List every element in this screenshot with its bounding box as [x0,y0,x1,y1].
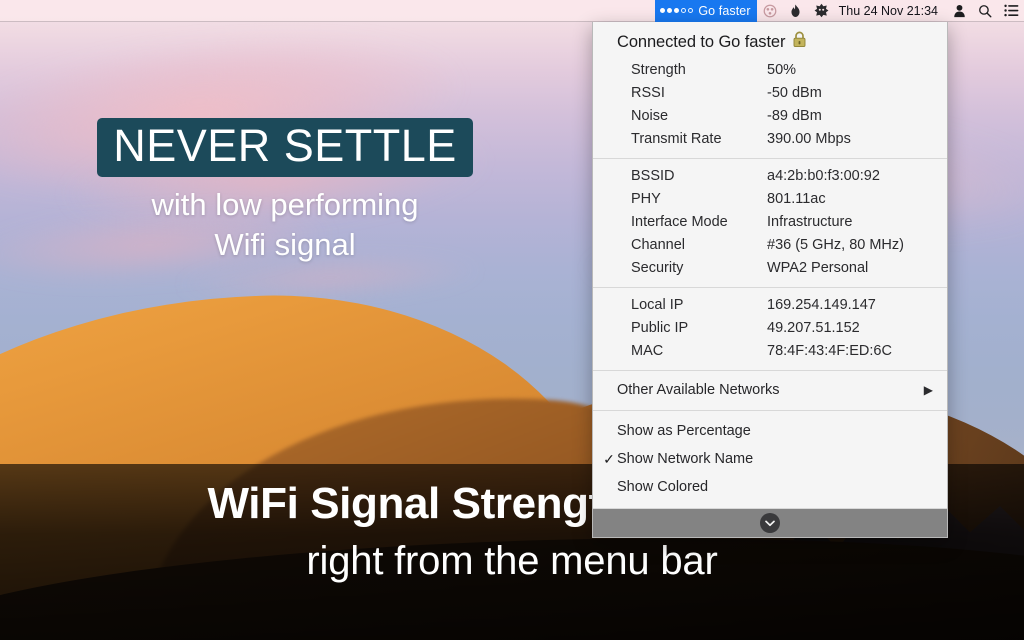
menu-item-show-colored[interactable]: Show Colored [593,473,947,501]
desktop-screen: NEVER SETTLE with low performing Wifi si… [0,0,1024,640]
detail-key: PHY [631,191,661,207]
detail-row: Channel #36 (5 GHz, 80 MHz) [593,234,947,257]
address-value: 169.254.149.147 [767,297,876,313]
stat-value: 390.00 Mbps [767,131,851,147]
wifi-status-dropdown-panel: Connected to Go faster Strength 50% RSSI [592,22,948,538]
menu-item-show-network-name[interactable]: ✓ Show Network Name [593,445,947,473]
detail-row: Security WPA2 Personal [593,257,947,280]
connected-title-text: Connected to Go faster [617,32,786,51]
submenu-arrow-icon: ▶ [923,383,933,397]
detail-row: PHY 801.11ac [593,188,947,211]
detail-key: Security [631,260,684,276]
detail-key: Interface Mode [631,214,728,230]
display-options-section: Show as Percentage ✓ Show Network Name S… [593,411,947,508]
chevron-down-icon[interactable] [760,513,780,533]
addresses-section: Local IP 169.254.149.147 Public IP 49.20… [593,288,947,370]
detail-key: BSSID [631,168,675,184]
menubar-wifi-status-item[interactable]: Go faster [655,0,757,22]
address-key: MAC [631,343,664,359]
promo-subline-1: with low performing [151,187,419,223]
stat-value: 50% [767,62,797,78]
menubar-clock[interactable]: Thu 24 Nov 21:34 [835,4,946,18]
connected-title-row: Connected to Go faster [593,28,947,59]
address-row: Public IP 49.207.51.152 [593,317,947,340]
address-row: Local IP 169.254.149.147 [593,294,947,317]
promo-headline: NEVER SETTLE [97,118,473,178]
panel-footer [593,508,947,537]
stat-row: Noise -89 dBm [593,105,947,128]
detail-row: BSSID a4:2b:b0:f3:00:92 [593,165,947,188]
address-row: MAC 78:4F:43:4F:ED:6C [593,340,947,363]
address-value: 49.207.51.152 [767,320,860,336]
stat-key: Noise [631,108,669,124]
sync-circle-icon[interactable] [757,0,783,22]
detail-value: #36 (5 GHz, 80 MHz) [767,237,904,253]
detail-row: Interface Mode Infrastructure [593,211,947,234]
search-icon[interactable] [972,0,998,22]
stat-key: Transmit Rate [631,131,722,147]
lock-icon [792,31,807,53]
macos-menu-bar: Go faster Thu 24 Nov 21:34 [0,0,1024,22]
menubar-network-name: Go faster [698,3,751,18]
stat-row: Strength 50% [593,59,947,82]
connection-stats-list: Strength 50% RSSI -50 dBm Noise -89 dBm … [593,59,947,151]
detail-value: 801.11ac [767,191,826,207]
promo-subline: with low performing Wifi signal [0,185,570,264]
banner-subtitle: right from the menu bar [306,538,718,583]
menu-item-other-available-networks[interactable]: Other Available Networks ▶ [593,375,947,405]
network-details-section: BSSID a4:2b:b0:f3:00:92 PHY 801.11ac Int… [593,159,947,287]
stat-key: Strength [631,62,686,78]
stat-row: Transmit Rate 390.00 Mbps [593,128,947,151]
option-label: Show Network Name [617,451,754,467]
other-networks-section: Other Available Networks ▶ [593,371,947,410]
control-center-icon[interactable] [998,0,1024,22]
address-key: Public IP [631,320,689,336]
detail-value: Infrastructure [767,214,853,230]
avast-shield-icon[interactable] [809,0,835,22]
user-account-icon[interactable] [946,0,972,22]
stat-key: RSSI [631,85,665,101]
option-label: Show Colored [617,479,709,495]
stat-value: -50 dBm [767,85,822,101]
address-value: 78:4F:43:4F:ED:6C [767,343,892,359]
checkmark-icon: ✓ [603,451,615,467]
option-label: Show as Percentage [617,423,751,439]
detail-value: WPA2 Personal [767,260,869,276]
stat-row: RSSI -50 dBm [593,82,947,105]
signal-strength-dots-icon [660,8,694,13]
other-networks-label: Other Available Networks [617,382,780,398]
connection-summary-section: Connected to Go faster Strength 50% RSSI [593,22,947,158]
detail-key: Channel [631,237,686,253]
stat-value: -89 dBm [767,108,822,124]
flame-icon[interactable] [783,0,809,22]
address-key: Local IP [631,297,684,313]
promo-text-block: NEVER SETTLE with low performing Wifi si… [0,118,570,265]
detail-value: a4:2b:b0:f3:00:92 [767,168,880,184]
promo-subline-2: Wifi signal [214,226,356,262]
menu-item-show-as-percentage[interactable]: Show as Percentage [593,417,947,445]
